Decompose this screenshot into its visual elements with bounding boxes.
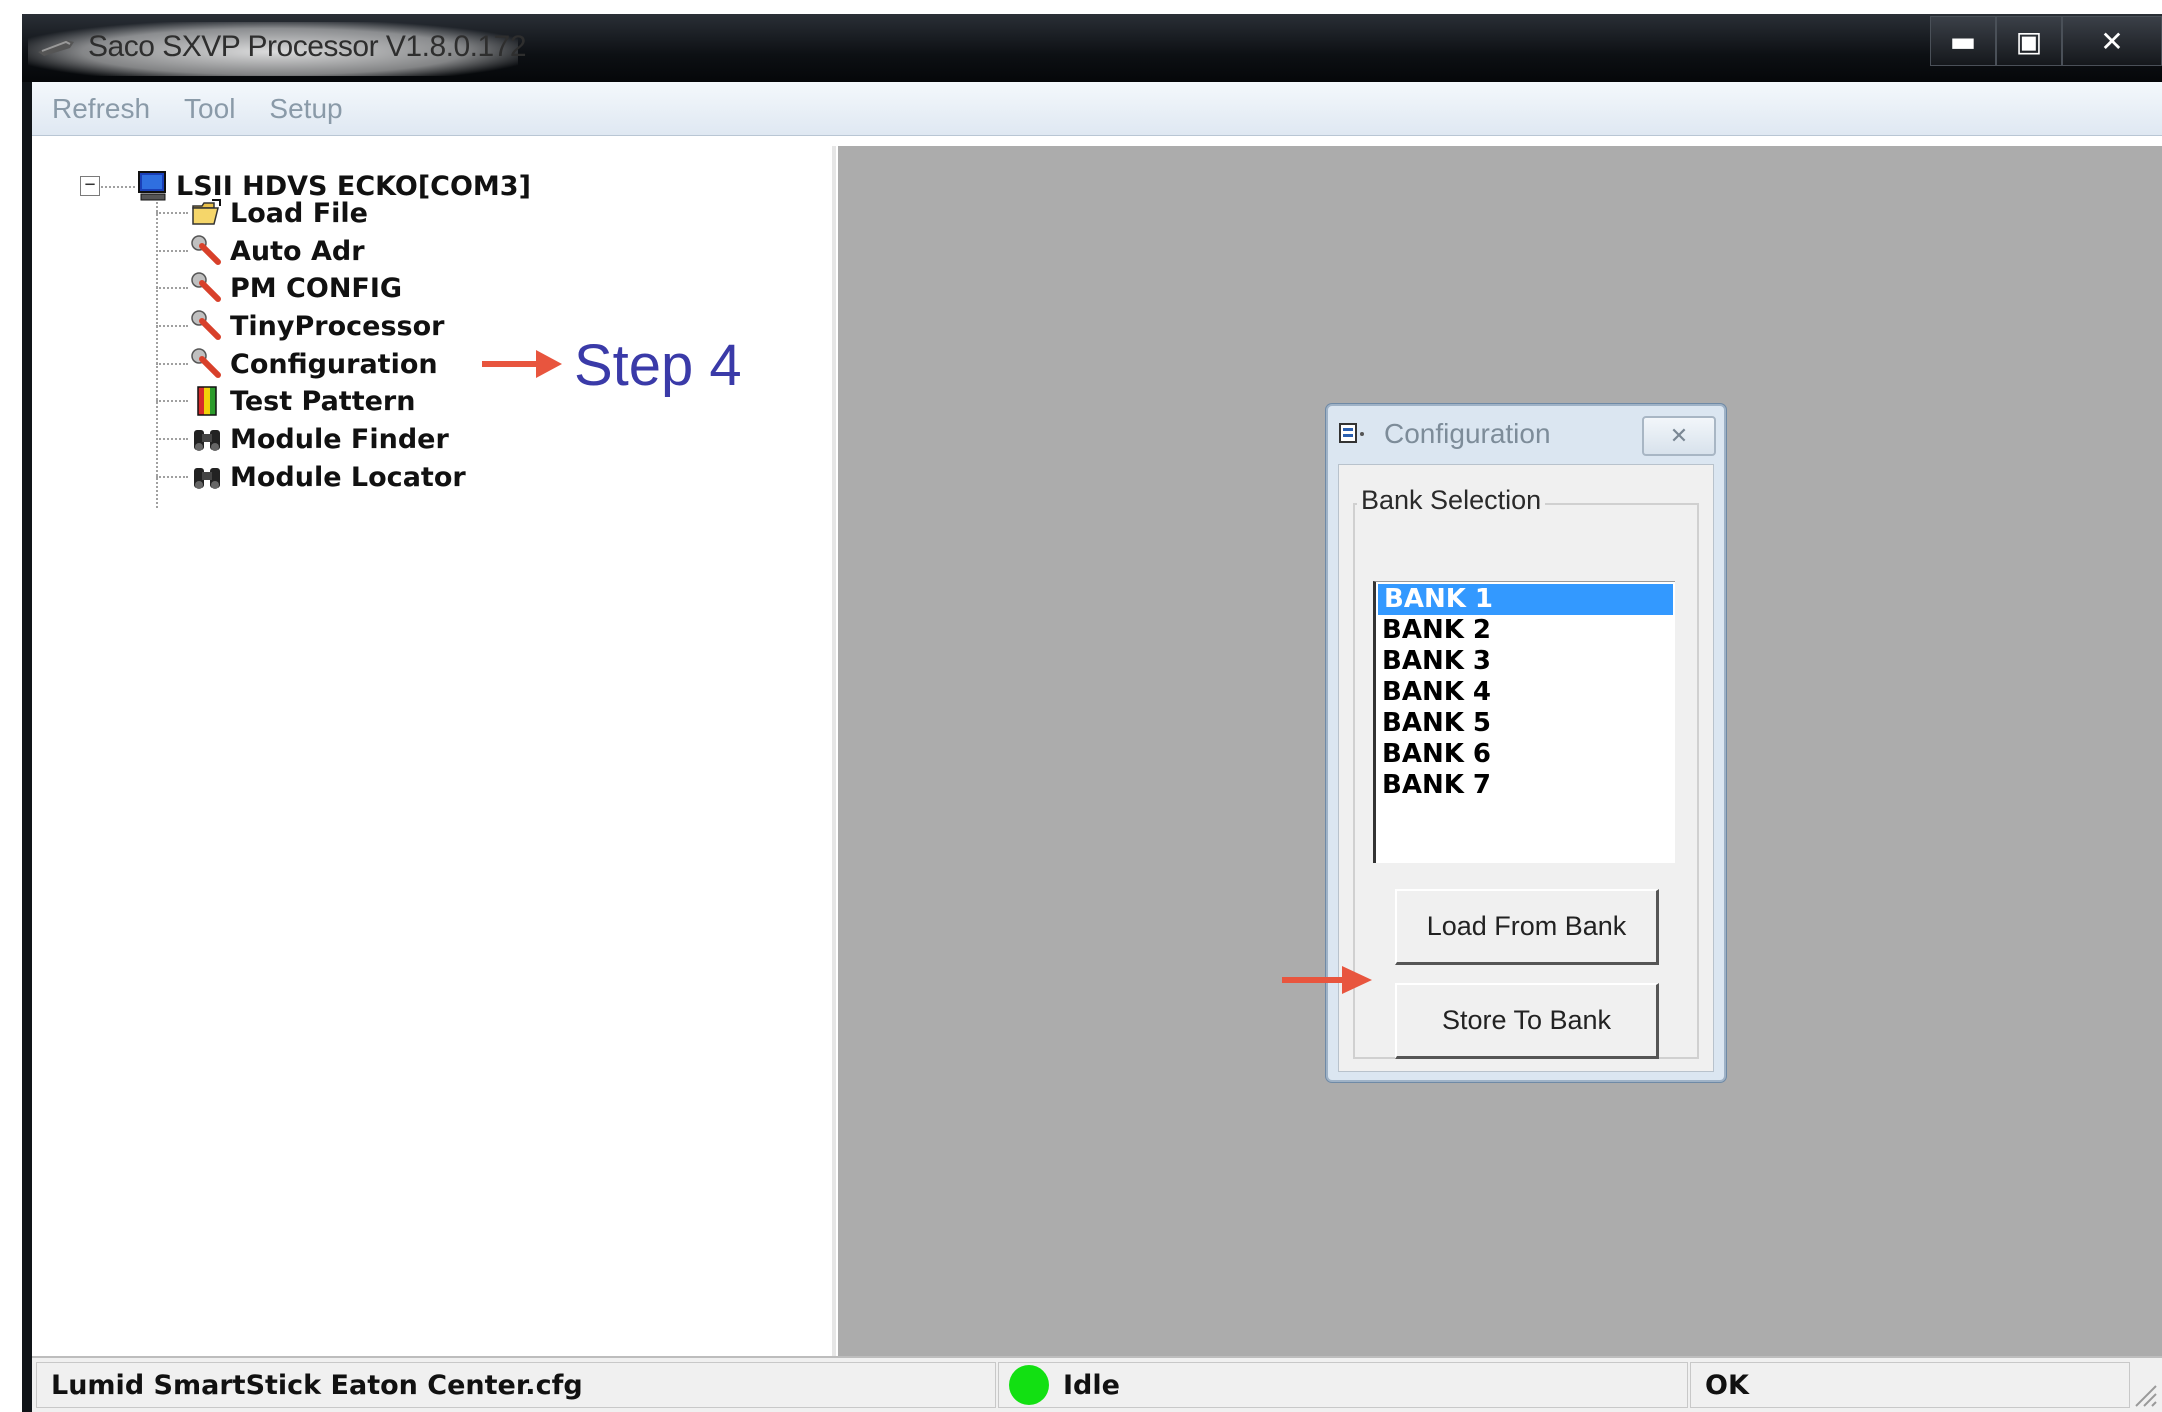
wrench-icon (191, 235, 221, 265)
bank-listbox[interactable]: BANK 1 BANK 2 BANK 3 BANK 4 BANK 5 BANK … (1373, 581, 1675, 863)
bank-list-item[interactable]: BANK 2 (1376, 615, 1675, 646)
status-result-text: OK (1705, 1369, 1749, 1401)
dialog-body: BANK 1 BANK 2 BANK 3 BANK 4 BANK 5 BANK … (1338, 464, 1714, 1072)
status-indicator-led (1009, 1365, 1049, 1405)
dialog-app-icon (1339, 423, 1364, 443)
device-tree-pane: − LSII HDVS ECKO[COM3] Load File Auto Ad… (40, 146, 836, 1356)
menu-tool[interactable]: Tool (184, 93, 235, 125)
client-area: − LSII HDVS ECKO[COM3] Load File Auto Ad… (32, 136, 2162, 1356)
computer-icon (138, 171, 166, 201)
tree-item-tinyprocessor[interactable]: TinyProcessor (190, 308, 444, 344)
binoculars-icon (194, 468, 220, 489)
step-arrow (482, 350, 562, 378)
tree-item-module-finder[interactable]: Module Finder (190, 421, 449, 457)
maximize-button[interactable]: ▣ (1996, 16, 2062, 66)
bank-list-item[interactable]: BANK 3 (1376, 646, 1675, 677)
device-tree: − LSII HDVS ECKO[COM3] Load File Auto Ad… (40, 146, 832, 1356)
status-state-text: Idle (1063, 1369, 1120, 1401)
configuration-dialog: Configuration ✕ BANK 1 BANK 2 BANK 3 BAN… (1326, 404, 1726, 1082)
status-state: Idle (998, 1362, 1688, 1408)
menu-bar: Refresh Tool Setup (32, 82, 2162, 136)
step-label: Step 4 (574, 333, 742, 398)
app-window: Saco SXVP Processor V1.8.0.172 ▬ ▣ ✕ Ref… (22, 14, 2162, 1412)
app-icon (38, 40, 74, 56)
tree-collapse-toggle[interactable]: − (80, 176, 100, 196)
tree-item-module-locator[interactable]: Module Locator (190, 459, 466, 495)
tree-item-auto-adr[interactable]: Auto Adr (190, 233, 365, 269)
bank-selection-group: BANK 1 BANK 2 BANK 3 BANK 4 BANK 5 BANK … (1353, 503, 1699, 1059)
bank-list-item[interactable]: BANK 4 (1376, 677, 1675, 708)
status-result: OK (1690, 1362, 2130, 1408)
bank-list-item[interactable]: BANK 6 (1376, 739, 1675, 770)
wrench-icon (191, 348, 221, 378)
load-from-bank-button[interactable]: Load From Bank (1395, 889, 1659, 965)
menu-setup[interactable]: Setup (269, 93, 342, 125)
dialog-title: Configuration (1384, 418, 1551, 449)
store-to-bank-button[interactable]: Store To Bank (1395, 983, 1659, 1059)
bank-list-item[interactable]: BANK 7 (1376, 770, 1675, 801)
menu-refresh[interactable]: Refresh (52, 93, 150, 125)
status-file: Lumid SmartStick Eaton Center.cfg (36, 1362, 996, 1408)
open-folder-icon (192, 199, 221, 225)
resize-grip-icon[interactable] (2130, 1380, 2158, 1408)
tree-item-test-pattern[interactable]: Test Pattern (190, 383, 415, 419)
bank-list-item[interactable]: BANK 1 (1378, 584, 1673, 615)
tree-item-load-file[interactable]: Load File (190, 195, 368, 231)
tree-item-configuration[interactable]: Configuration (190, 346, 438, 382)
window-title: Saco SXVP Processor V1.8.0.172 (88, 30, 527, 63)
minimize-button[interactable]: ▬ (1930, 16, 1996, 66)
title-bar[interactable]: Saco SXVP Processor V1.8.0.172 ▬ ▣ ✕ (22, 14, 2162, 82)
wrench-icon (191, 272, 221, 302)
bank-list-item[interactable]: BANK 5 (1376, 708, 1675, 739)
binoculars-icon (194, 430, 220, 451)
tree-item-pm-config[interactable]: PM CONFIG (190, 270, 402, 306)
status-file-text: Lumid SmartStick Eaton Center.cfg (51, 1369, 583, 1401)
bank-selection-label: Bank Selection (1357, 485, 1546, 516)
color-bars-icon (197, 386, 217, 416)
store-arrow (1282, 966, 1372, 994)
wrench-icon (191, 310, 221, 340)
close-button[interactable]: ✕ (2062, 16, 2162, 66)
status-bar: Lumid SmartStick Eaton Center.cfg Idle O… (32, 1356, 2162, 1412)
dialog-close-button[interactable]: ✕ (1642, 416, 1716, 456)
